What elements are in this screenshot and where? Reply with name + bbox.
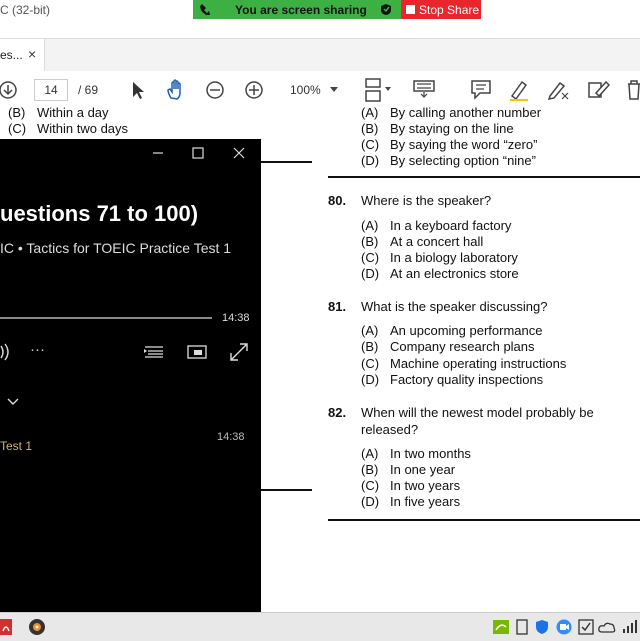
- option-text: By staying on the line: [390, 121, 514, 136]
- page-number-input[interactable]: 14: [34, 79, 68, 101]
- shield-icon: [381, 4, 391, 15]
- zoom-level[interactable]: 100%: [290, 83, 321, 97]
- stop-icon: [406, 5, 415, 14]
- option-text: An upcoming performance: [390, 323, 543, 338]
- option-letter: (C): [361, 250, 380, 265]
- option-letter: (D): [361, 372, 380, 387]
- seek-bar[interactable]: [0, 317, 212, 319]
- media-player-app-icon[interactable]: [28, 618, 46, 636]
- pdf-app-icon[interactable]: [0, 619, 12, 635]
- option-letter: (C): [361, 478, 380, 493]
- option-letter: (B): [361, 234, 379, 249]
- option-text: By calling another number: [390, 105, 542, 120]
- close-tab-icon[interactable]: ×: [28, 46, 36, 62]
- nvidia-icon[interactable]: [493, 620, 509, 634]
- next-page-icon[interactable]: [0, 80, 20, 100]
- volume-icon[interactable]: [0, 343, 12, 361]
- taskbar: [0, 612, 640, 641]
- playlist-icon[interactable]: [144, 345, 164, 359]
- shield-tray-icon[interactable]: [535, 619, 549, 635]
- fullscreen-icon[interactable]: [230, 343, 248, 361]
- divider-line: [328, 176, 640, 178]
- zoom-in-icon[interactable]: [244, 80, 264, 100]
- option-letter: (D): [361, 494, 380, 509]
- delete-icon[interactable]: [626, 79, 640, 101]
- minimize-icon[interactable]: [152, 151, 164, 155]
- select-cursor-icon[interactable]: [130, 81, 146, 101]
- page-total: / 69: [78, 83, 99, 97]
- zoom-dropdown-icon[interactable]: [330, 87, 338, 93]
- option-text: In five years: [390, 494, 461, 509]
- phone-icon: [200, 4, 210, 15]
- question-number: 82.: [328, 405, 347, 420]
- stop-share-button[interactable]: Stop Share: [401, 0, 481, 19]
- stop-share-label: Stop Share: [419, 3, 480, 17]
- question-text: Where is the speaker?: [361, 193, 492, 208]
- media-duration: 14:38: [222, 312, 250, 324]
- document-tab[interactable]: es... ×: [0, 39, 45, 71]
- playlist-item-title[interactable]: Test 1: [0, 439, 32, 453]
- option-letter: (D): [361, 153, 380, 168]
- draw-tool-icon[interactable]: [546, 79, 570, 101]
- hand-tool-icon[interactable]: [165, 79, 187, 101]
- media-title: uestions 71 to 100): [0, 201, 199, 226]
- option-text: Machine operating instructions: [390, 356, 567, 371]
- comment-icon[interactable]: [470, 79, 492, 101]
- option-text: By saying the word “zero”: [390, 137, 538, 152]
- option-text: In a keyboard factory: [390, 218, 512, 233]
- highlight-pen-icon[interactable]: [508, 79, 530, 101]
- check-tray-icon[interactable]: [578, 619, 594, 635]
- option-letter: (A): [361, 218, 379, 233]
- page-fit-icon[interactable]: [364, 77, 392, 103]
- sign-icon[interactable]: [586, 79, 610, 101]
- tab-label: es...: [0, 48, 23, 62]
- divider-line: [328, 519, 640, 521]
- option-text: Company research plans: [390, 339, 535, 354]
- keyboard-icon[interactable]: [412, 79, 436, 99]
- chevron-down-icon[interactable]: [7, 398, 19, 406]
- cloud-icon[interactable]: [598, 621, 616, 633]
- option-letter: (C): [8, 121, 27, 136]
- option-letter: (C): [361, 356, 380, 371]
- tab-bar: es... ×: [0, 38, 640, 72]
- window-title: C (32-bit): [0, 3, 51, 17]
- zoom-app-icon[interactable]: [556, 619, 572, 635]
- device-icon[interactable]: [515, 619, 529, 635]
- option-text: In one year: [390, 462, 456, 477]
- maximize-icon[interactable]: [192, 147, 204, 159]
- close-icon[interactable]: [233, 147, 245, 159]
- more-options-icon[interactable]: ···: [30, 341, 45, 358]
- media-player-window: uestions 71 to 100) IC • Tactics for TOE…: [0, 139, 261, 612]
- option-text: Within two days: [37, 121, 129, 136]
- screen-share-banner: You are screen sharing: [193, 0, 401, 19]
- share-status-text: You are screen sharing: [235, 3, 367, 17]
- network-icon[interactable]: [622, 619, 640, 635]
- option-text: In two months: [390, 446, 471, 461]
- mini-view-icon[interactable]: [187, 345, 207, 359]
- option-letter: (D): [361, 266, 380, 281]
- question-text-line2: released?: [361, 422, 419, 437]
- option-letter: (B): [8, 105, 26, 120]
- question-text: What is the speaker discussing?: [361, 299, 548, 314]
- option-text: At an electronics store: [390, 266, 519, 281]
- option-text: At a concert hall: [390, 234, 484, 249]
- option-text: In two years: [390, 478, 461, 493]
- question-text-line1: When will the newest model probably be: [361, 405, 594, 420]
- option-text: Factory quality inspections: [390, 372, 544, 387]
- option-letter: (B): [361, 462, 379, 477]
- option-letter: (A): [361, 446, 379, 461]
- playlist-item-duration: 14:38: [217, 431, 245, 443]
- question-number: 80.: [328, 193, 347, 208]
- option-text: In a biology laboratory: [390, 250, 518, 265]
- option-letter: (A): [361, 105, 379, 120]
- option-text: By selecting option “nine”: [390, 153, 536, 168]
- option-letter: (B): [361, 339, 379, 354]
- question-number: 81.: [328, 299, 347, 314]
- option-text: Within a day: [37, 105, 109, 120]
- option-letter: (A): [361, 323, 379, 338]
- media-subtitle: IC • Tactics for TOEIC Practice Test 1: [0, 240, 232, 256]
- option-letter: (C): [361, 137, 380, 152]
- zoom-out-icon[interactable]: [205, 80, 225, 100]
- option-letter: (B): [361, 121, 379, 136]
